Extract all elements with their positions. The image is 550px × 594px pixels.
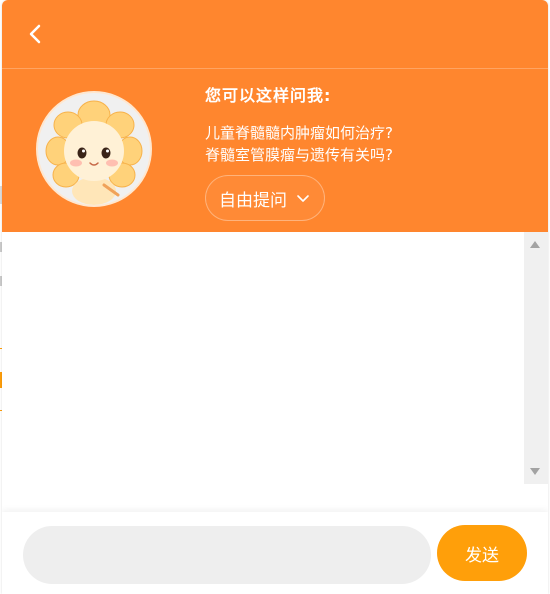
free-question-label: 自由提问: [219, 190, 287, 211]
chat-panel: 您可以这样问我: 儿童脊髓髓内肿瘤如何治疗? 脊髓室管膜瘤与遗传有关吗? 自由提…: [2, 0, 548, 594]
chevron-left-icon: [29, 24, 41, 44]
send-button[interactable]: 发送: [437, 525, 527, 581]
top-bar: [2, 0, 548, 69]
back-button[interactable]: [20, 18, 52, 50]
chat-messages-area[interactable]: [2, 232, 548, 512]
scrollbar[interactable]: [524, 232, 548, 484]
sunflower-mascot-avatar: [45, 100, 143, 205]
composer-bar: 发送: [2, 512, 548, 594]
suggestion-list: 儿童脊髓髓内肿瘤如何治疗? 脊髓室管膜瘤与遗传有关吗?: [205, 122, 393, 166]
scroll-up-arrow-icon[interactable]: [530, 241, 540, 248]
message-input[interactable]: [23, 526, 431, 584]
suggest-title: 您可以这样问我:: [205, 86, 332, 105]
chat-header: 您可以这样问我: 儿童脊髓髓内肿瘤如何治疗? 脊髓室管膜瘤与遗传有关吗? 自由提…: [2, 0, 548, 232]
suggestion-item[interactable]: 儿童脊髓髓内肿瘤如何治疗?: [205, 122, 393, 144]
avatar: [36, 91, 152, 207]
chevron-down-icon: [297, 195, 309, 202]
suggestion-item[interactable]: 脊髓室管膜瘤与遗传有关吗?: [205, 144, 393, 166]
free-question-button[interactable]: 自由提问: [205, 175, 325, 221]
scroll-down-arrow-icon[interactable]: [530, 468, 540, 475]
